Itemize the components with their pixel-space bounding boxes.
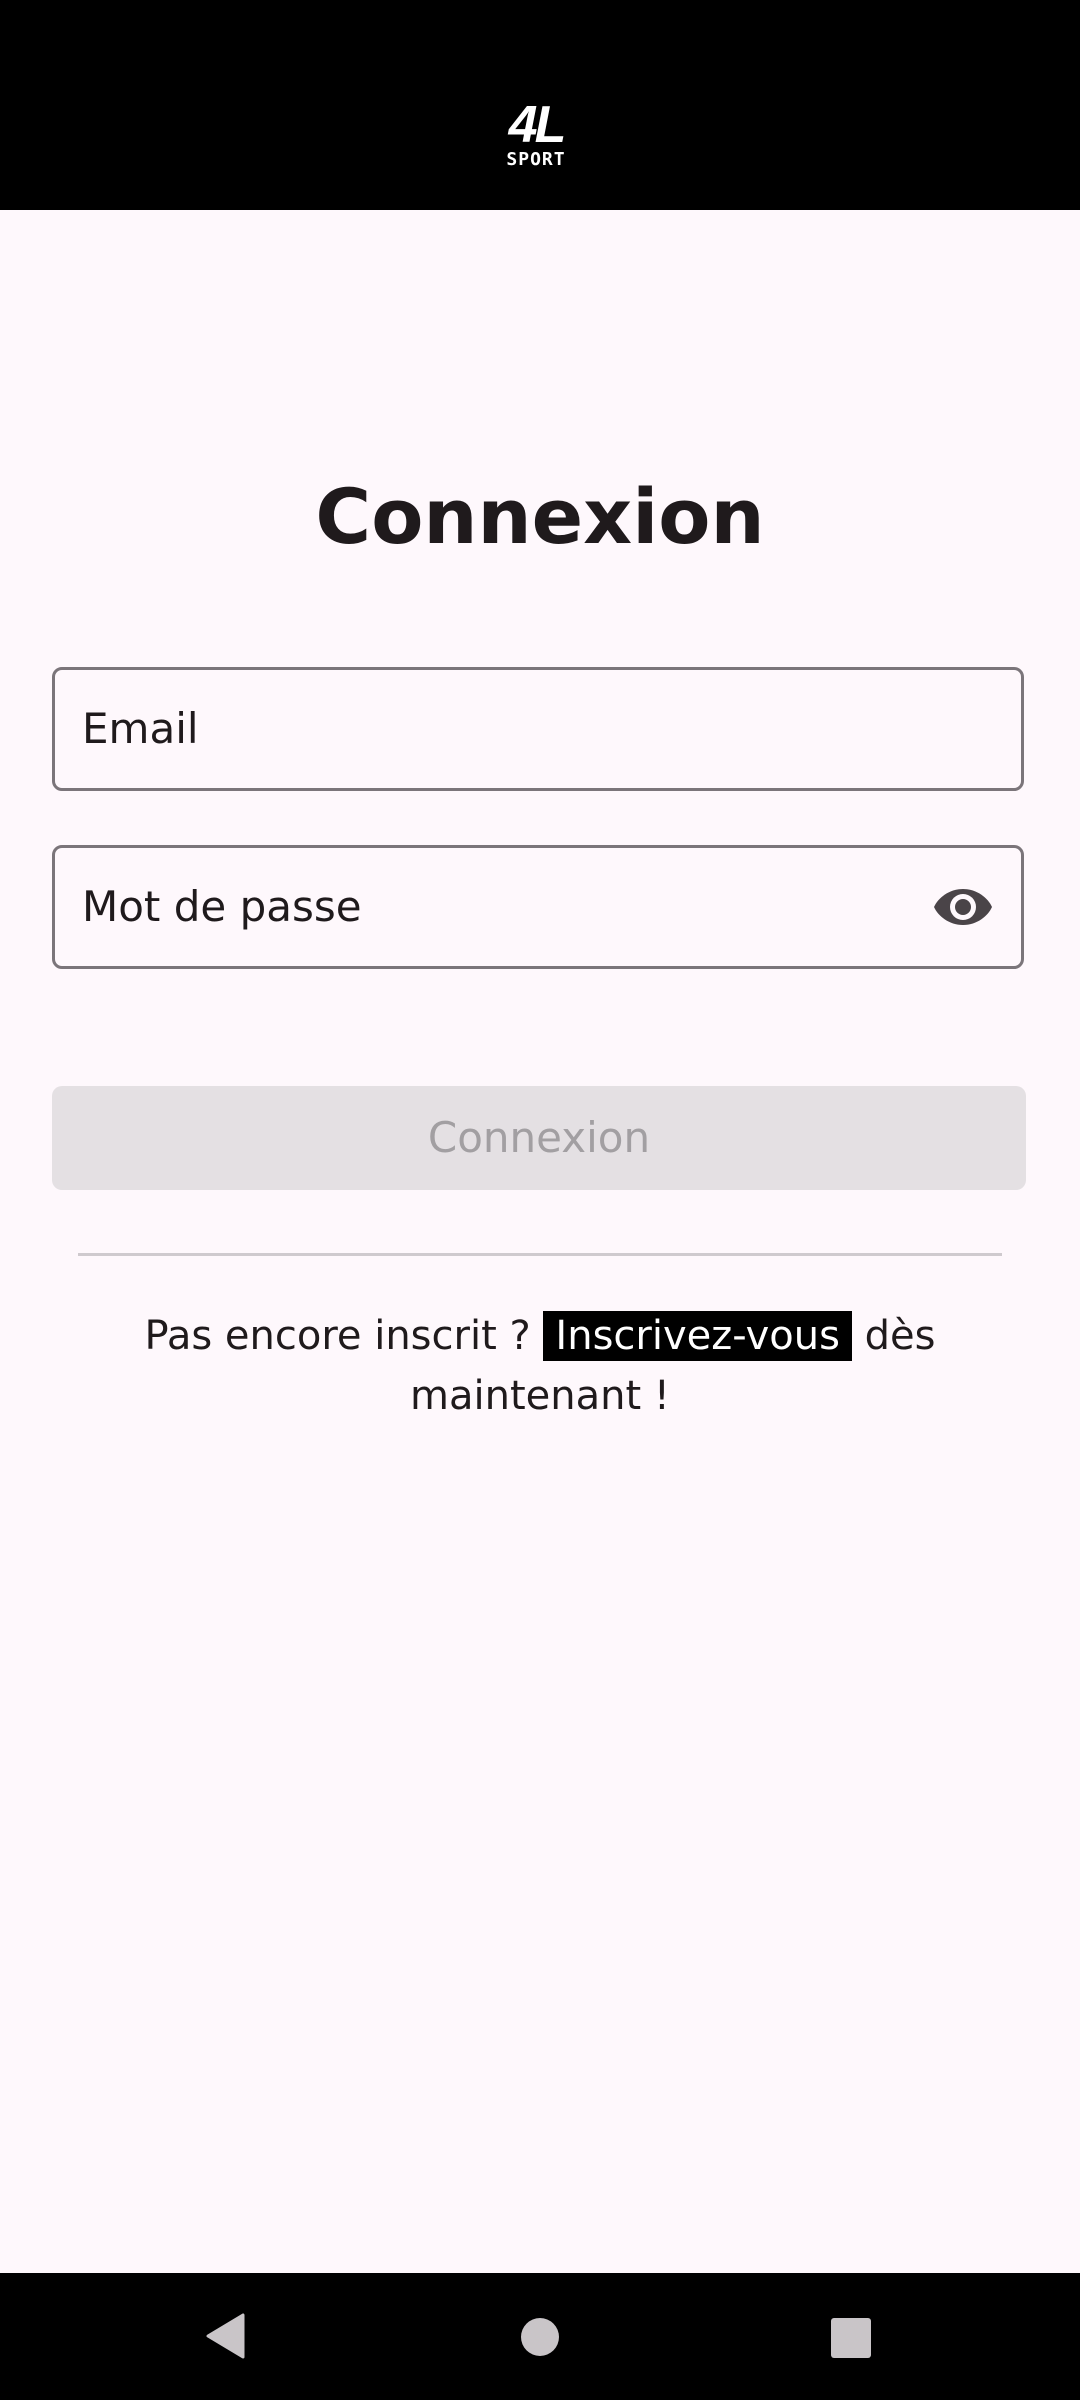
logo-subtitle: SPORT <box>506 149 566 170</box>
signup-link[interactable]: Inscrivez-vous <box>543 1311 852 1361</box>
email-field[interactable]: Email <box>52 667 1024 791</box>
email-label: Email <box>82 704 199 753</box>
logo-mark: 4L <box>508 96 567 154</box>
password-label: Mot de passe <box>82 882 362 931</box>
signup-prompt: Pas encore inscrit ? Inscrivez-vous dès … <box>90 1306 990 1426</box>
eye-icon[interactable] <box>933 879 993 935</box>
page-title: Connexion <box>315 472 765 561</box>
recents-icon[interactable] <box>831 2318 871 2358</box>
signup-prefix: Pas encore inscrit ? <box>144 1313 531 1359</box>
login-button[interactable]: Connexion <box>52 1086 1026 1190</box>
divider <box>78 1253 1002 1256</box>
back-icon[interactable] <box>205 2313 245 2359</box>
app-bar: 4L SPORT <box>0 0 1080 210</box>
password-field[interactable]: Mot de passe <box>52 845 1024 969</box>
system-navigation-bar <box>0 2273 1080 2400</box>
home-icon[interactable] <box>521 2318 559 2356</box>
app-logo: 4L SPORT <box>500 96 572 176</box>
